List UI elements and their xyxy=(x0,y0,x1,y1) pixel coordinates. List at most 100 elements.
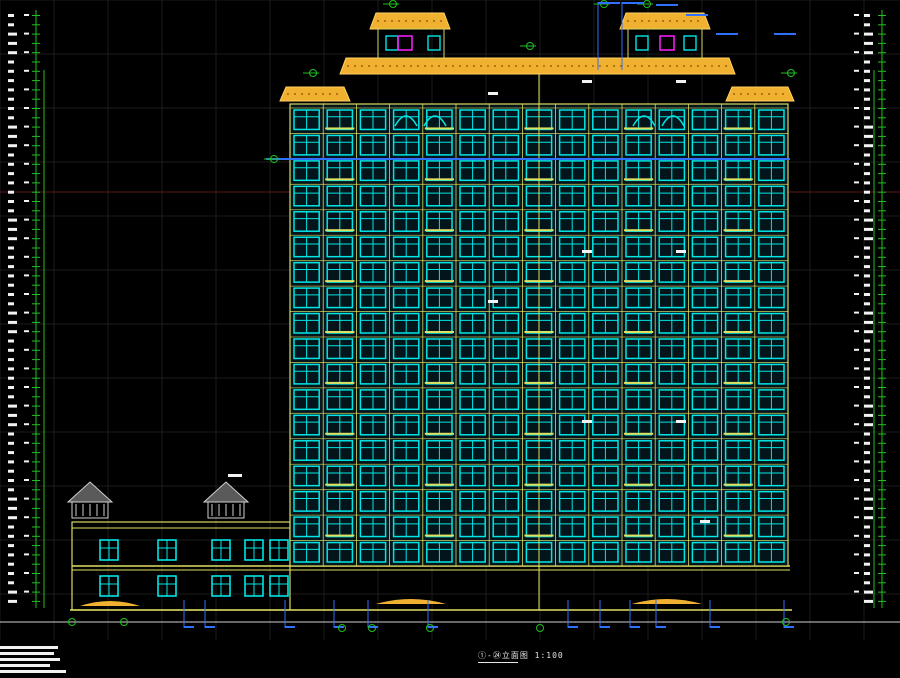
dimension-text xyxy=(24,181,29,184)
dimension-text xyxy=(24,348,29,351)
roof-tile-dot xyxy=(613,65,615,67)
dimension-tick-label xyxy=(864,144,873,148)
title-block-line xyxy=(0,664,50,667)
dimension-tick-label xyxy=(864,432,870,436)
roof-tile-dot xyxy=(433,20,435,22)
dimension-tick-label xyxy=(864,153,870,157)
dimension-tick-label xyxy=(864,265,870,269)
dimension-tick-label xyxy=(8,367,14,371)
dimension-tick-label xyxy=(8,190,14,194)
dimension-tick-label xyxy=(864,209,870,213)
roof-tile-dot xyxy=(655,65,657,67)
dimension-tick-label xyxy=(8,432,14,436)
dimension-tick-label xyxy=(864,51,873,55)
dimension-text xyxy=(24,441,29,444)
dimension-tick-label xyxy=(8,525,14,529)
dimension-tick-label xyxy=(8,413,17,417)
dimension-tick-label xyxy=(8,348,14,352)
dimension-text xyxy=(854,311,859,314)
dimension-tick-label xyxy=(8,125,17,129)
roof-tile-dot xyxy=(683,20,685,22)
dimension-text xyxy=(24,553,29,556)
roof-tile-dot xyxy=(697,65,699,67)
balcony-rail xyxy=(325,127,355,130)
dimension-tick-label xyxy=(8,237,17,241)
balcony-rail xyxy=(325,229,355,232)
dimension-text xyxy=(24,404,29,407)
roof-tile-dot xyxy=(718,65,720,67)
level-bar xyxy=(622,2,644,4)
facade-tag xyxy=(676,250,686,253)
roof-tile-dot xyxy=(775,93,777,95)
title-block-line xyxy=(0,652,54,655)
roof-tile-dot xyxy=(634,20,636,22)
balcony-rail xyxy=(325,178,355,181)
dimension-tick-label xyxy=(8,358,14,362)
dimension-text xyxy=(854,460,859,463)
dimension-text xyxy=(854,497,859,500)
dimension-text xyxy=(854,534,859,537)
roof-tile-dot xyxy=(287,93,289,95)
roof-tile-dot xyxy=(459,65,461,67)
dimension-text xyxy=(854,255,859,258)
roof-tile-dot xyxy=(294,93,296,95)
roof-tile-dot xyxy=(438,65,440,67)
bottom-leader-tick xyxy=(600,626,610,628)
balcony-rail xyxy=(424,331,454,333)
balcony-rail xyxy=(723,127,753,130)
dimension-tick-label xyxy=(864,330,873,334)
dimension-tick-label xyxy=(864,125,873,129)
dimension-tick-label xyxy=(8,181,14,185)
facade-tag xyxy=(676,420,686,423)
roof-tile-dot xyxy=(384,20,386,22)
tower-facade xyxy=(266,60,790,610)
balcony-rail xyxy=(325,381,355,384)
dimension-tick-label xyxy=(8,200,14,203)
dimension-text xyxy=(854,348,859,351)
dimension-tick-label xyxy=(8,218,17,222)
balcony-rail xyxy=(624,381,654,384)
dimension-text xyxy=(24,69,29,72)
dimension-tick-label xyxy=(8,534,14,538)
dimension-tick-label xyxy=(8,293,14,296)
roof-tile-dot xyxy=(669,20,671,22)
dimension-tick-label xyxy=(8,97,14,101)
roof-tile-dot xyxy=(377,20,379,22)
dimension-tick-label xyxy=(864,562,870,566)
roof-tile-dot xyxy=(704,65,706,67)
dimension-tick-label xyxy=(8,255,14,259)
dimension-tick-label xyxy=(864,534,870,538)
dimension-tick-label xyxy=(864,293,870,296)
roof-tile-dot xyxy=(368,65,370,67)
dimension-tick-label xyxy=(864,469,870,473)
roof-tile-dot xyxy=(669,65,671,67)
dimension-tick-label xyxy=(864,134,873,138)
facade-tag xyxy=(676,80,686,83)
roof-tile-dot xyxy=(627,65,629,67)
dimension-text xyxy=(24,162,29,165)
dimension-tick-label xyxy=(864,525,870,529)
dimension-tick-label xyxy=(864,32,873,36)
dimension-text xyxy=(854,330,859,333)
dimension-tick-label xyxy=(8,404,17,408)
dimension-text xyxy=(854,553,859,556)
balcony-rail xyxy=(624,432,654,435)
facade-tag xyxy=(582,250,592,253)
dimension-tick-label xyxy=(864,116,870,120)
balcony-rail xyxy=(325,432,355,435)
dimension-tick-label xyxy=(864,60,870,64)
elevation-drawing-canvas[interactable] xyxy=(0,0,900,678)
dimension-tick-label xyxy=(8,330,17,334)
bottom-leader-tick xyxy=(710,626,720,628)
roof-tile-dot xyxy=(403,65,405,67)
dimension-tick-label xyxy=(8,339,14,343)
dimension-tick-label xyxy=(8,144,17,148)
dimension-tick-label xyxy=(864,14,870,17)
roof-tile-dot xyxy=(329,93,331,95)
roof-tile-dot xyxy=(431,65,433,67)
dimension-tick-label xyxy=(8,246,14,250)
facade-tag xyxy=(582,420,592,423)
balcony-rail xyxy=(624,331,654,333)
roof-tile-dot xyxy=(690,20,692,22)
dimension-text xyxy=(24,274,29,277)
